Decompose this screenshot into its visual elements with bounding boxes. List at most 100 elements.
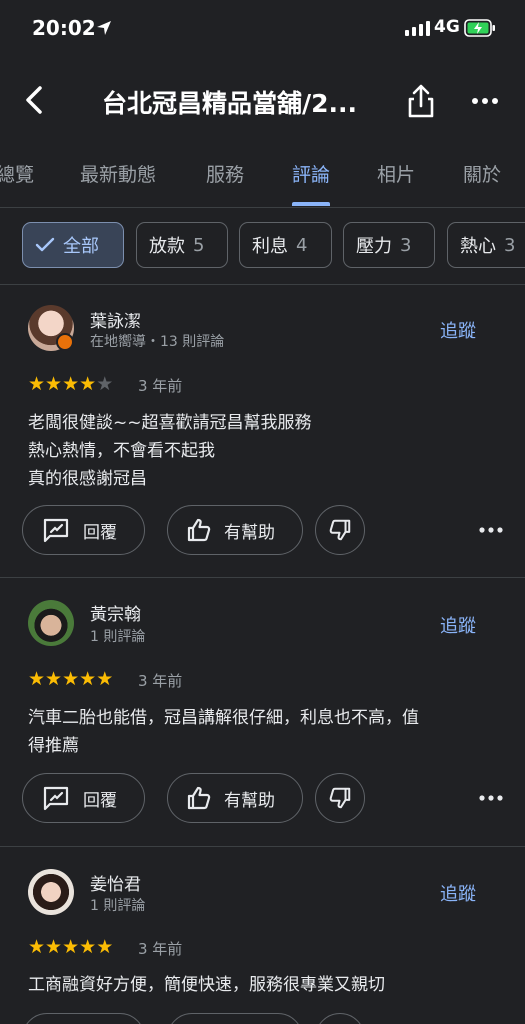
avatar[interactable] (28, 869, 74, 915)
reply-icon (43, 518, 69, 543)
reply-button[interactable]: 回覆 (22, 773, 145, 823)
review-text-line: 熱心熱情，不會看不起我 (28, 441, 215, 461)
reviewer-name[interactable]: 姜怡君 (90, 870, 141, 895)
tab-reviews[interactable]: 評論 (292, 160, 330, 187)
star-filled-icon: ★ (28, 668, 46, 690)
checkmark-icon (35, 237, 55, 252)
thumbs-up-icon (187, 518, 211, 542)
star-filled-icon: ★ (62, 668, 80, 690)
more-options-icon[interactable] (468, 86, 502, 116)
thumbs-down-icon (329, 787, 351, 809)
filter-chip-label: 熱心 (460, 236, 496, 257)
not-helpful-button[interactable] (315, 1013, 365, 1024)
tab-bar: 總覽 最新動態 服務 評論 相片 關於 (0, 140, 525, 208)
share-icon[interactable] (404, 80, 438, 120)
status-time: 20:02 (32, 16, 96, 40)
filter-chip-label: 全部 (63, 236, 99, 257)
follow-button[interactable]: 追蹤 (440, 880, 476, 906)
star-filled-icon: ★ (45, 936, 63, 958)
helpful-label: 有幫助 (224, 522, 275, 543)
reviewer-meta: 在地嚮導・13 則評論 (90, 334, 225, 350)
filter-chip-count: 5 (193, 234, 205, 256)
star-filled-icon: ★ (96, 668, 114, 690)
review-text-line: 老闆很健談~~超喜歡請冠昌幫我服務 (28, 413, 312, 433)
not-helpful-button[interactable] (315, 773, 365, 823)
local-guide-badge-icon (56, 333, 74, 351)
review-text-line: 得推薦 (28, 736, 79, 756)
helpful-button[interactable] (167, 1013, 303, 1024)
review-time: 3 年前 (138, 672, 183, 690)
status-bar: 20:02 4G (0, 0, 525, 56)
review-text-line: 汽車二胎也能借，冠昌講解很仔細，利息也不高，值 (28, 708, 419, 728)
reviewer-meta: 1 則評論 (90, 898, 146, 914)
page-title: 台北冠昌精品當舖/2... (102, 89, 358, 118)
location-arrow-icon (97, 21, 111, 35)
tab-updates[interactable]: 最新動態 (80, 160, 156, 187)
helpful-button[interactable]: 有幫助 (167, 505, 303, 555)
reply-button[interactable]: 回覆 (22, 505, 145, 555)
filter-chip-all[interactable]: 全部 (22, 222, 124, 268)
follow-button[interactable]: 追蹤 (440, 317, 476, 343)
review-card: 姜怡君 1 則評論 追蹤 ★ ★ ★ ★ ★ 3 年前 工商融資好方便，簡便快速，服務很… (0, 847, 525, 1024)
star-rating: ★ ★ ★ ★ ★ (28, 669, 113, 689)
tab-overview[interactable]: 總覽 (0, 160, 34, 187)
not-helpful-button[interactable] (315, 505, 365, 555)
battery-charging-icon (464, 19, 495, 37)
star-filled-icon: ★ (96, 936, 114, 958)
star-rating: ★ ★ ★ ★ ★ (28, 937, 113, 957)
filter-chip-label: 壓力 (356, 236, 392, 257)
star-filled-icon: ★ (45, 373, 63, 395)
filter-chip-count: 3 (400, 234, 412, 256)
tab-about[interactable]: 關於 (463, 160, 501, 187)
back-arrow-icon[interactable] (16, 80, 52, 120)
star-filled-icon: ★ (28, 373, 46, 395)
reply-icon (43, 786, 69, 811)
star-filled-icon: ★ (45, 668, 63, 690)
star-filled-icon: ★ (79, 668, 97, 690)
cellular-signal-icon (405, 21, 430, 36)
place-header: 台北冠昌精品當舖/2... (0, 70, 525, 130)
star-filled-icon: ★ (62, 936, 80, 958)
review-card: 葉詠潔 在地嚮導・13 則評論 追蹤 ★ ★ ★ ★ ★ 3 年前 老闆很健談~~超喜歡… (0, 285, 525, 577)
filter-chip-label: 放款 (149, 236, 185, 257)
helpful-label: 有幫助 (224, 790, 275, 811)
filter-chip-interest[interactable]: 利息 4 (239, 222, 332, 268)
review-text: 工商融資好方便，簡便快速，服務很專業又親切 (28, 971, 498, 999)
reply-label: 回覆 (83, 522, 117, 543)
tab-services[interactable]: 服務 (206, 160, 244, 187)
reply-button[interactable] (22, 1013, 145, 1024)
review-filter-chips: 全部 放款 5 利息 4 壓力 3 熱心 3 (0, 222, 525, 270)
review-text-line: 真的很感謝冠昌 (28, 469, 147, 489)
reviewer-name[interactable]: 葉詠潔 (90, 307, 141, 332)
tab-photos[interactable]: 相片 (377, 160, 415, 187)
review-text-line: 工商融資好方便，簡便快速，服務很專業又親切 (28, 975, 385, 995)
active-tab-indicator (292, 202, 330, 206)
review-time: 3 年前 (138, 377, 183, 395)
more-options-icon[interactable] (478, 788, 504, 808)
follow-button[interactable]: 追蹤 (440, 612, 476, 638)
thumbs-down-icon (329, 519, 351, 541)
helpful-button[interactable]: 有幫助 (167, 773, 303, 823)
star-filled-icon: ★ (79, 373, 97, 395)
star-filled-icon: ★ (62, 373, 80, 395)
review-time: 3 年前 (138, 940, 183, 958)
filter-chip-enthusiastic[interactable]: 熱心 3 (447, 222, 525, 268)
reply-label: 回覆 (83, 790, 117, 811)
star-rating: ★ ★ ★ ★ ★ (28, 374, 113, 394)
more-options-icon[interactable] (478, 520, 504, 540)
reviewer-meta: 1 則評論 (90, 629, 146, 645)
filter-chip-count: 3 (504, 234, 516, 256)
filter-chip-loan[interactable]: 放款 5 (136, 222, 228, 268)
avatar[interactable] (28, 600, 74, 646)
review-text: 老闆很健談~~超喜歡請冠昌幫我服務 熱心熱情，不會看不起我 真的很感謝冠昌 (28, 409, 498, 493)
thumbs-up-icon (187, 786, 211, 810)
review-card: 黃宗翰 1 則評論 追蹤 ★ ★ ★ ★ ★ 3 年前 汽車二胎也能借，冠昌講解很仔細，… (0, 578, 525, 846)
star-empty-icon: ★ (96, 373, 114, 395)
star-filled-icon: ★ (79, 936, 97, 958)
filter-chip-count: 4 (296, 234, 308, 256)
star-filled-icon: ★ (28, 936, 46, 958)
review-text: 汽車二胎也能借，冠昌講解很仔細，利息也不高，值 得推薦 (28, 704, 498, 760)
reviewer-name[interactable]: 黃宗翰 (90, 600, 141, 625)
filter-chip-pressure[interactable]: 壓力 3 (343, 222, 435, 268)
filter-chip-label: 利息 (252, 236, 288, 257)
